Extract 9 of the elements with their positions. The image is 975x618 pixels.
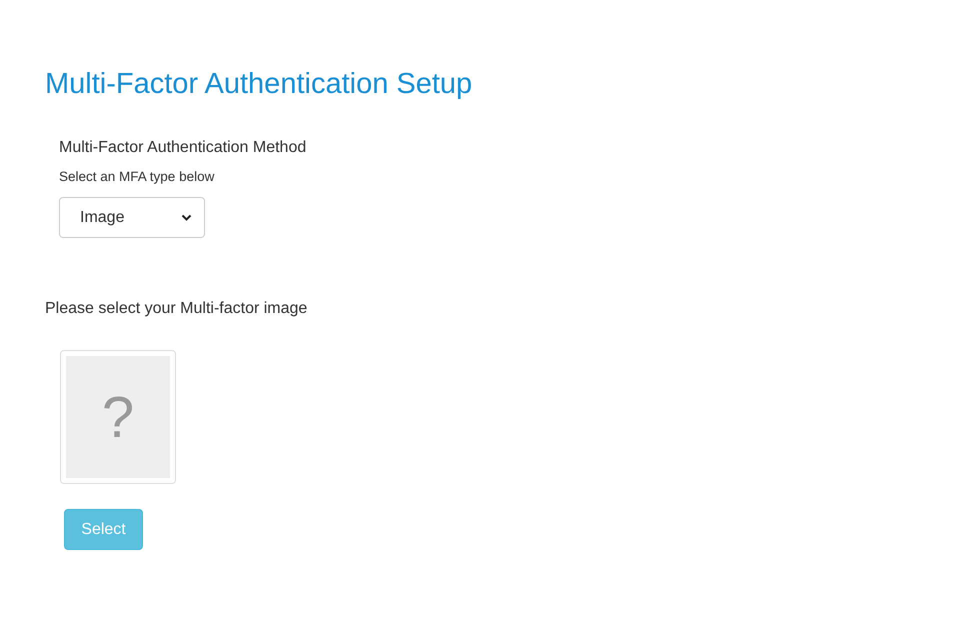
image-tile[interactable]: ? — [60, 350, 176, 484]
mfa-type-dropdown[interactable]: Image — [59, 197, 205, 238]
chevron-down-icon — [181, 214, 192, 221]
page-title: Multi-Factor Authentication Setup — [45, 67, 474, 102]
placeholder-image: ? — [66, 356, 170, 478]
method-hint: Select an MFA type below — [59, 168, 216, 186]
method-label: Multi-Factor Authentication Method — [59, 138, 308, 158]
select-button[interactable]: Select — [64, 509, 143, 550]
image-prompt: Please select your Multi-factor image — [45, 299, 308, 319]
